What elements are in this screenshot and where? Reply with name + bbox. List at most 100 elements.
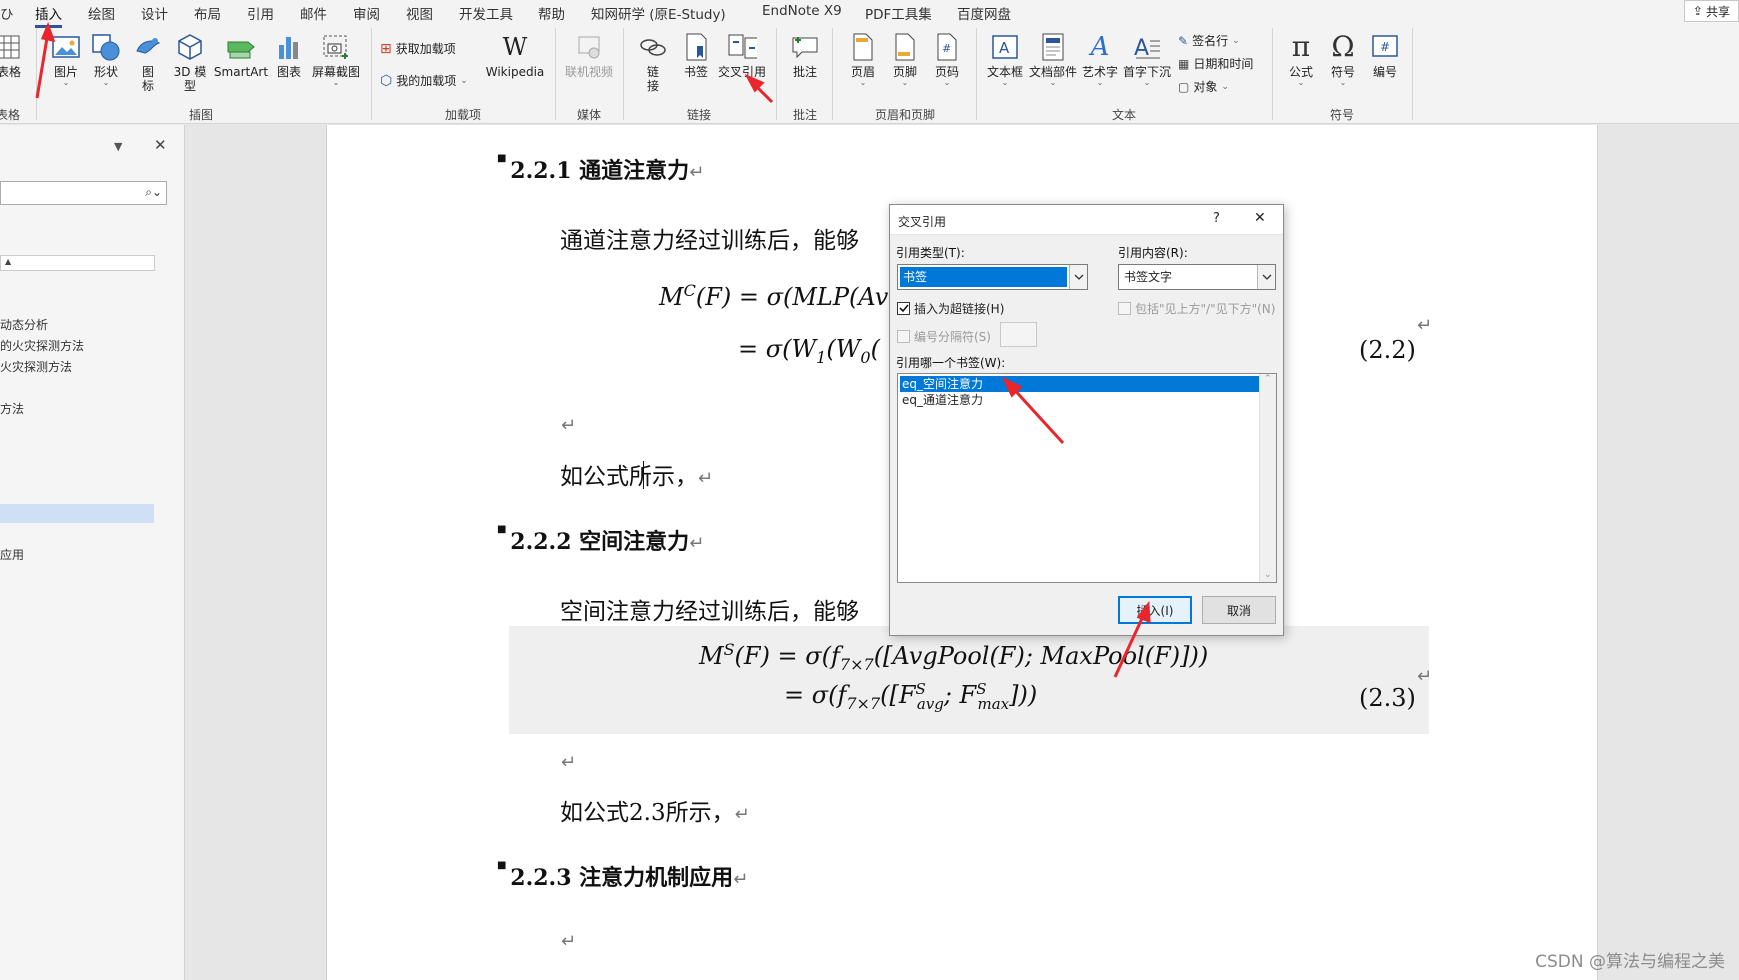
equation-2-3-block[interactable]: MS(F) = σ(f7×7([AvgPool(F); MaxPool(F)])… <box>509 626 1432 734</box>
share-button[interactable]: ⇪ 共享 <box>1683 0 1739 22</box>
insert-button[interactable]: 插入(I) <box>1118 596 1192 624</box>
tab-view[interactable]: 视图 <box>406 3 433 23</box>
get-addins-button[interactable]: ⊞ 获取加载项 <box>380 40 456 57</box>
icons-button[interactable]: 图标 <box>130 32 166 93</box>
tab-insert[interactable]: 插入 <box>35 3 62 28</box>
chevron-up-icon: ⌃ <box>1264 374 1272 384</box>
picture-button[interactable]: 图片 ⌄ <box>48 32 84 87</box>
shapes-button[interactable]: 形状 ⌄ <box>90 32 122 87</box>
paragraph-mark: ↵ <box>561 752 577 773</box>
tab-help[interactable]: 帮助 <box>538 3 565 23</box>
hyperlink-checkbox[interactable]: 插入为超链接(H) <box>897 300 1004 317</box>
nav-heading-item[interactable]: 应用 <box>0 546 24 563</box>
equation-2-2-line2[interactable]: = σ(W1(W0( <box>738 335 880 367</box>
tab-design[interactable]: 设计 <box>141 3 168 23</box>
wordart-button[interactable]: A 艺术字 ⌄ <box>1080 32 1120 87</box>
ref-content-value: 书签文字 <box>1124 270 1173 284</box>
nav-heading-item[interactable]: 方法 <box>0 400 24 417</box>
page-number-button[interactable]: # 页码 ⌄ <box>930 32 964 87</box>
smartart-button[interactable]: SmartArt <box>212 32 270 79</box>
help-button[interactable]: ? <box>1213 211 1220 226</box>
addins-icon: ⬡ <box>380 72 393 89</box>
ribbon: ひ 插入 绘图 设计 布局 引用 邮件 审阅 视图 开发工具 帮助 知网研学 (… <box>0 0 1739 124</box>
heading-spatial-attention[interactable]: ■ 2.2.2 空间注意力↵ <box>497 524 704 556</box>
nav-heading-row[interactable]: ▲ <box>0 255 155 271</box>
heading-channel-attention[interactable]: ■ 2.2.1 通道注意力↵ <box>497 153 704 185</box>
tab-mailings[interactable]: 邮件 <box>300 3 327 23</box>
3d-model-button[interactable]: 3D 模型 <box>172 32 208 93</box>
nav-heading-item[interactable]: 的火灾探测方法 <box>0 337 84 354</box>
paragraph[interactable]: 如公式2.3所示，↵ <box>560 793 750 827</box>
include-above-below-checkbox[interactable]: 包括"见上方"/"见下方"(N) <box>1118 300 1275 317</box>
paragraph-mark: ↵ <box>561 931 577 952</box>
tab-draw-partial[interactable]: ひ <box>0 3 14 23</box>
wikipedia-button[interactable]: W Wikipedia <box>482 32 548 79</box>
online-video-button[interactable]: 联机视频 <box>563 32 615 79</box>
tab-baidu-netdisk[interactable]: 百度网盘 <box>957 3 1011 23</box>
date-time-button[interactable]: ▦ 日期和时间 <box>1178 55 1253 72</box>
bookmark-list[interactable]: eq_空间注意力 eq_通道注意力 ⌃ ⌄ <box>897 373 1277 583</box>
paragraph-mark: ↵ <box>689 162 705 183</box>
group-separator <box>36 28 37 120</box>
signature-line-button[interactable]: ✎ 签名行 ⌄ <box>1178 32 1240 49</box>
tab-pdf-tools[interactable]: PDF工具集 <box>865 3 932 23</box>
tab-cnki[interactable]: 知网研学 (原E-Study) <box>591 3 726 23</box>
heading-attention-application[interactable]: ■ 2.2.3 注意力机制应用↵ <box>497 860 748 892</box>
table-icon <box>0 32 24 62</box>
header-button[interactable]: 页眉 ⌄ <box>846 32 880 87</box>
tab-references[interactable]: 引用 <box>247 3 274 23</box>
ref-content-select[interactable]: 书签文字 <box>1118 264 1276 290</box>
list-item[interactable]: eq_空间注意力 <box>900 376 1260 392</box>
screenshot-button[interactable]: 屏幕截图 ⌄ <box>310 32 362 87</box>
list-item[interactable]: eq_通道注意力 <box>900 392 1260 408</box>
tab-endnote[interactable]: EndNote X9 <box>762 3 842 19</box>
chart-button[interactable]: 图表 <box>274 32 304 79</box>
numbering-button[interactable]: # 编号 <box>1368 32 1402 79</box>
quick-parts-button[interactable]: 文档部件 ⌄ <box>1028 32 1078 87</box>
signature-icon: ✎ <box>1178 33 1189 48</box>
paragraph[interactable]: 通道注意力经过训练后，能够 <box>560 221 859 255</box>
group-text-label: 文本 <box>1112 108 1137 122</box>
dialog-titlebar[interactable]: 交叉引用 ? ✕ <box>890 205 1283 235</box>
pane-options-icon[interactable]: ▼ <box>114 140 122 153</box>
close-button[interactable]: ✕ <box>1254 210 1266 226</box>
omega-icon: Ω <box>1331 30 1355 63</box>
paragraph-mark: ↵ <box>1417 315 1433 336</box>
nav-heading-item[interactable]: 火灾探测方法 <box>0 358 72 375</box>
group-separator <box>832 28 833 120</box>
bookmark-button[interactable]: 书签 <box>680 32 712 79</box>
cross-reference-button[interactable]: 交叉引用 <box>716 32 768 79</box>
tab-review[interactable]: 审阅 <box>353 3 380 23</box>
scrollbar[interactable]: ⌃ ⌄ <box>1259 374 1276 582</box>
symbol-button[interactable]: Ω 符号 ⌄ <box>1326 32 1360 87</box>
tab-draw[interactable]: 绘图 <box>88 3 115 23</box>
table-button[interactable]: 表格 <box>0 32 22 79</box>
drop-cap-button[interactable]: A 首字下沉 ⌄ <box>1122 32 1172 87</box>
ref-type-select[interactable]: 书签 <box>897 264 1088 290</box>
quick-parts-icon <box>1038 32 1068 62</box>
text-box-button[interactable]: A 文本框 ⌄ <box>985 32 1025 87</box>
my-addins-button[interactable]: ⬡ 我的加载项 ⌄ <box>380 72 468 89</box>
paragraph[interactable]: 空间注意力经过训练后，能够 <box>560 592 859 626</box>
close-pane-icon[interactable]: ✕ <box>154 136 167 154</box>
link-button[interactable]: 链接 <box>636 32 670 93</box>
nav-search-input[interactable]: ⌕⌄ <box>0 181 167 205</box>
object-button[interactable]: ▢ 对象 ⌄ <box>1178 78 1229 95</box>
separator-input[interactable] <box>1000 322 1037 347</box>
tab-developer[interactable]: 开发工具 <box>459 3 513 23</box>
group-separator <box>976 28 977 120</box>
new-comment-button[interactable]: 批注 <box>786 32 824 79</box>
tab-layout[interactable]: 布局 <box>194 3 221 23</box>
separator-checkbox[interactable]: 编号分隔符(S) <box>897 328 991 345</box>
chevron-down-icon <box>1069 265 1087 289</box>
group-links-label: 链接 <box>687 108 712 122</box>
paragraph[interactable]: 如公式所示，↵ <box>560 457 713 491</box>
nav-heading-item[interactable]: 动态分析 <box>0 316 48 333</box>
equation-2-2-line1[interactable]: MC(F) = σ(MLP(Av <box>659 281 888 311</box>
group-separator <box>776 28 777 120</box>
header-icon <box>848 32 878 62</box>
nav-heading-selected[interactable] <box>0 504 154 523</box>
equation-button[interactable]: π 公式 ⌄ <box>1284 32 1318 87</box>
footer-button[interactable]: 页脚 ⌄ <box>888 32 922 87</box>
cancel-button[interactable]: 取消 <box>1202 596 1276 624</box>
